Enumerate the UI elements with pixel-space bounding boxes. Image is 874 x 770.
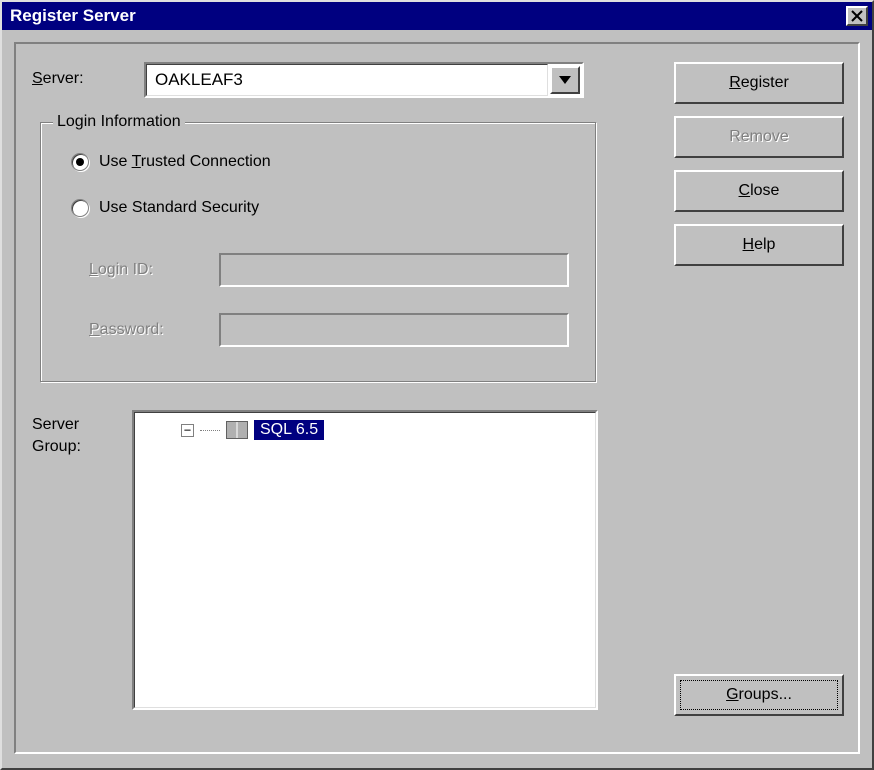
server-label: Server: <box>32 70 84 88</box>
button-column: Register Remove Close Help <box>674 62 844 266</box>
server-combo-dropdown-button[interactable] <box>550 66 580 94</box>
password-field <box>219 313 569 347</box>
login-id-label: Login ID: <box>89 261 219 279</box>
main-panel: Server: OAKLEAF3 Register Remove Close H… <box>14 42 860 754</box>
password-label: Password: <box>89 321 219 339</box>
groups-button[interactable]: Groups... <box>674 674 844 716</box>
radio-icon <box>71 199 89 217</box>
radio-icon <box>71 153 89 171</box>
register-button[interactable]: Register <box>674 62 844 104</box>
title-bar: Register Server <box>2 2 872 30</box>
remove-button: Remove <box>674 116 844 158</box>
chevron-down-icon <box>559 76 571 84</box>
register-server-dialog: Register Server Server: OAKLEAF3 Registe <box>0 0 874 770</box>
login-information-title: Login Information <box>53 113 185 131</box>
window-title: Register Server <box>10 6 846 26</box>
trusted-connection-radio[interactable]: Use Trusted Connection <box>71 153 271 171</box>
tree-item[interactable]: − SQL 6.5 <box>145 419 585 441</box>
server-group-tree[interactable]: − SQL 6.5 <box>132 410 598 710</box>
server-group-icon <box>226 421 248 439</box>
server-group-label: ServerGroup: <box>32 414 122 459</box>
standard-security-radio[interactable]: Use Standard Security <box>71 199 259 217</box>
window-close-button[interactable] <box>846 6 868 26</box>
close-button[interactable]: Close <box>674 170 844 212</box>
tree-item-label: SQL 6.5 <box>254 420 324 440</box>
close-icon <box>851 10 863 22</box>
tree-expand-icon[interactable]: − <box>181 424 194 437</box>
standard-security-label: Use Standard Security <box>99 199 259 217</box>
login-id-field <box>219 253 569 287</box>
server-combo[interactable]: OAKLEAF3 <box>144 62 584 98</box>
trusted-connection-label: Use Trusted Connection <box>99 153 271 171</box>
server-combo-value: OAKLEAF3 <box>146 64 548 96</box>
login-information-group: Login Information Use Trusted Connection… <box>40 122 596 382</box>
help-button[interactable]: Help <box>674 224 844 266</box>
